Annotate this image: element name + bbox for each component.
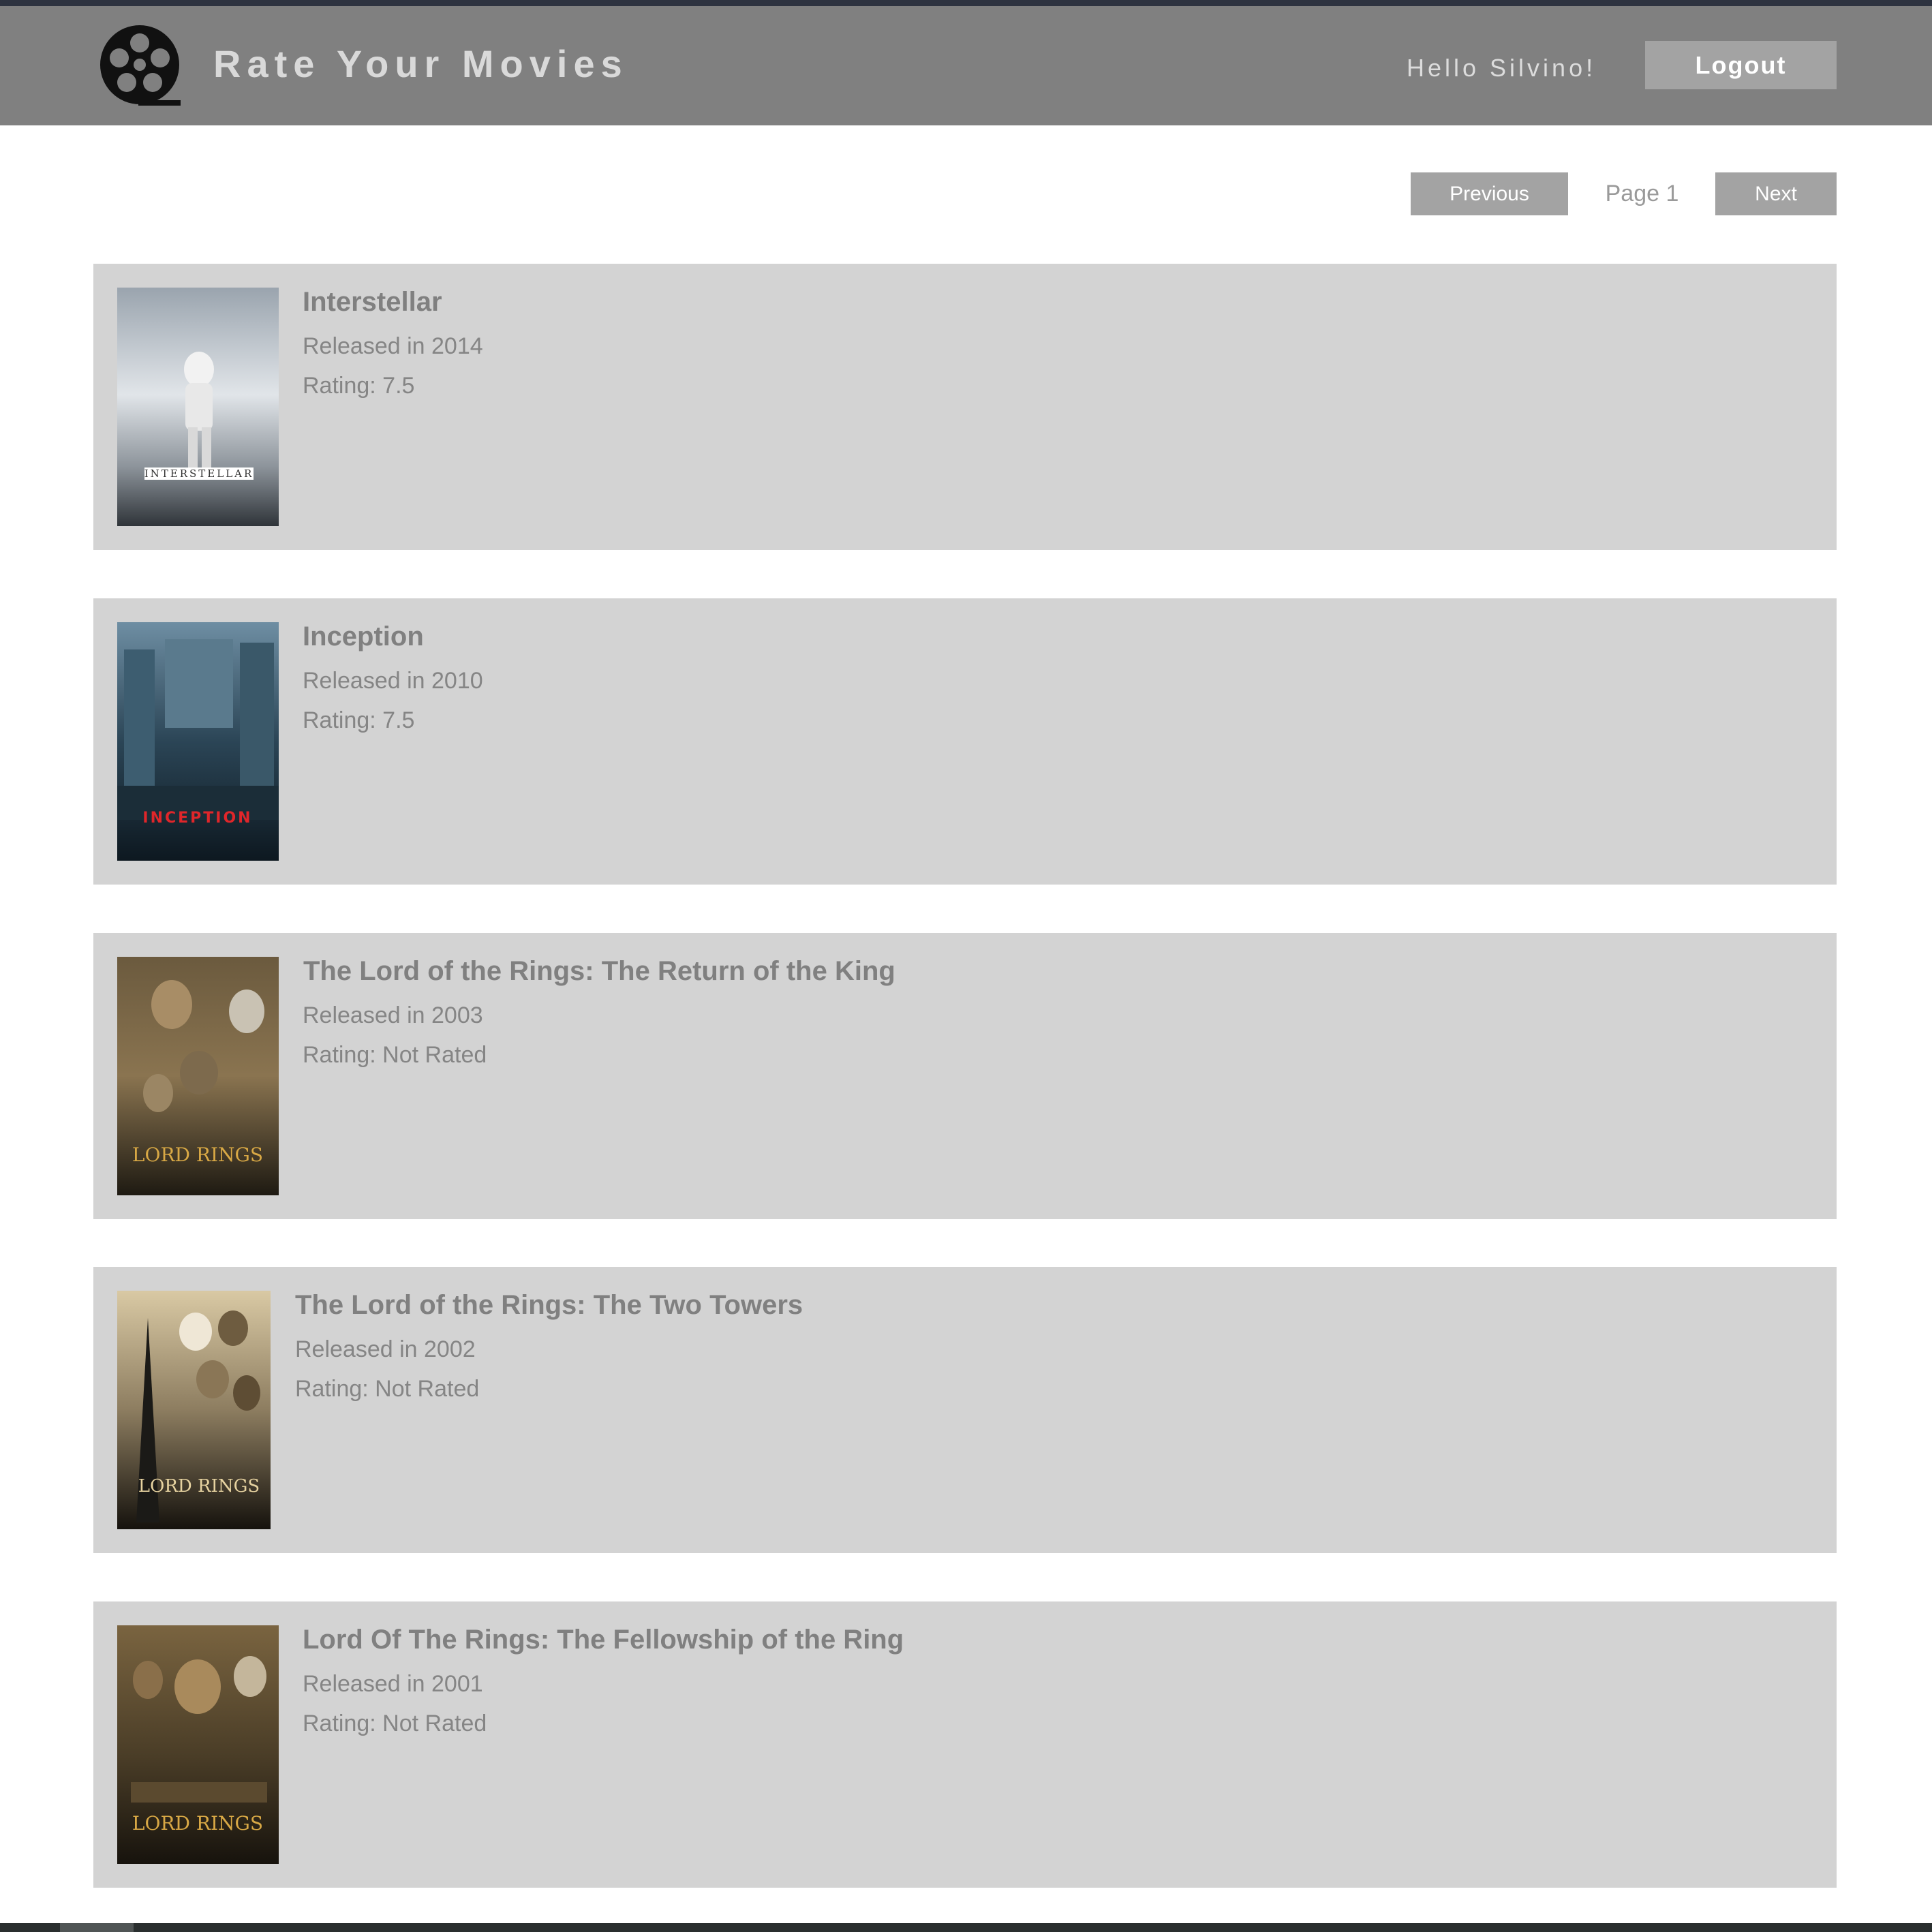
movie-title[interactable]: The Lord of the Rings: The Return of the… bbox=[303, 956, 895, 987]
movie-title[interactable]: Inception bbox=[303, 622, 424, 652]
movie-card[interactable]: LORD RINGS Lord Of The Rings: The Fellow… bbox=[93, 1601, 1837, 1888]
movie-release-year: Released in 2003 bbox=[303, 1002, 483, 1028]
poster-title-text: LORD RINGS bbox=[132, 1144, 263, 1166]
movie-card[interactable]: LORD RINGS The Lord of the Rings: The Re… bbox=[93, 933, 1837, 1219]
movie-poster[interactable]: INTERSTELLAR bbox=[117, 288, 279, 526]
movie-card[interactable]: INCEPTION Inception Released in 2010 Rat… bbox=[93, 598, 1837, 885]
movie-poster[interactable]: INCEPTION bbox=[117, 622, 279, 861]
movie-rating: Rating: Not Rated bbox=[303, 1042, 487, 1068]
poster-title-text: INCEPTION bbox=[142, 810, 252, 827]
movie-rating: Rating: 7.5 bbox=[303, 707, 415, 733]
poster-title-text: LORD RINGS bbox=[132, 1812, 263, 1835]
top-strip bbox=[0, 0, 1932, 6]
movie-poster[interactable]: LORD RINGS bbox=[117, 1625, 279, 1864]
movie-rating: Rating: Not Rated bbox=[295, 1376, 480, 1402]
movie-title[interactable]: Interstellar bbox=[303, 287, 442, 318]
previous-page-button[interactable]: Previous bbox=[1411, 172, 1568, 215]
movie-release-year: Released in 2002 bbox=[295, 1336, 476, 1362]
site-header: Rate Your Movies Hello Silvino! Logout bbox=[0, 6, 1932, 125]
movie-card[interactable]: INTERSTELLAR Interstellar Released in 20… bbox=[93, 264, 1837, 550]
movie-release-year: Released in 2010 bbox=[303, 668, 483, 694]
horizontal-scrollbar[interactable] bbox=[0, 1923, 1932, 1932]
poster-title-text: LORD RINGS bbox=[138, 1476, 260, 1497]
movie-release-year: Released in 2001 bbox=[303, 1671, 483, 1697]
movie-poster[interactable]: LORD RINGS bbox=[117, 957, 279, 1195]
scrollbar-thumb[interactable] bbox=[60, 1923, 134, 1932]
movie-title[interactable]: The Lord of the Rings: The Two Towers bbox=[295, 1290, 803, 1321]
next-page-button[interactable]: Next bbox=[1715, 172, 1837, 215]
movie-card[interactable]: LORD RINGS The Lord of the Rings: The Tw… bbox=[93, 1267, 1837, 1553]
movie-rating: Rating: Not Rated bbox=[303, 1711, 487, 1736]
poster-title-text: INTERSTELLAR bbox=[144, 467, 254, 480]
page-indicator: Page 1 bbox=[1605, 181, 1679, 206]
movie-title[interactable]: Lord Of The Rings: The Fellowship of the… bbox=[303, 1625, 904, 1655]
movie-rating: Rating: 7.5 bbox=[303, 373, 415, 399]
logout-button[interactable]: Logout bbox=[1645, 41, 1837, 89]
film-reel-icon[interactable] bbox=[99, 24, 186, 111]
movie-poster[interactable]: LORD RINGS bbox=[117, 1291, 271, 1529]
user-greeting: Hello Silvino! bbox=[1407, 54, 1597, 82]
site-title: Rate Your Movies bbox=[213, 42, 628, 85]
movie-release-year: Released in 2014 bbox=[303, 333, 483, 359]
